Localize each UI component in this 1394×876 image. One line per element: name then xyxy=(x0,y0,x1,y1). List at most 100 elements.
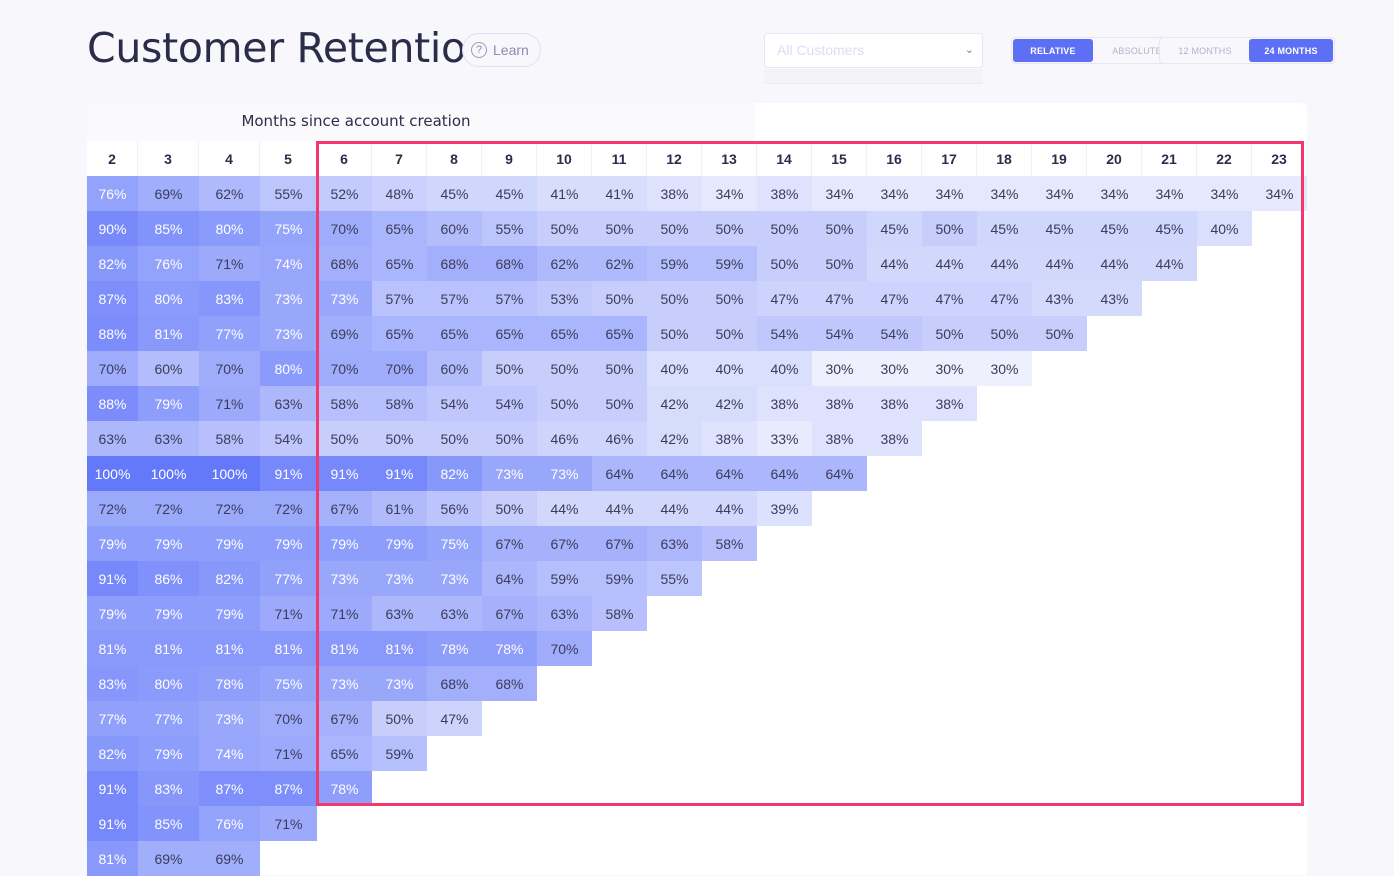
retention-cell[interactable]: 33% xyxy=(757,421,812,456)
retention-cell[interactable]: 34% xyxy=(1197,176,1252,211)
retention-cell[interactable]: 44% xyxy=(922,246,977,281)
retention-cell[interactable]: 54% xyxy=(427,386,482,421)
retention-cell[interactable]: 59% xyxy=(592,561,647,596)
retention-cell[interactable]: 38% xyxy=(757,176,812,211)
retention-cell[interactable]: 79% xyxy=(138,596,199,631)
retention-cell[interactable]: 59% xyxy=(372,736,427,771)
retention-cell[interactable]: 50% xyxy=(977,316,1032,351)
retention-cell[interactable]: 62% xyxy=(592,246,647,281)
retention-cell[interactable]: 74% xyxy=(260,246,317,281)
retention-cell[interactable]: 64% xyxy=(702,456,757,491)
retention-cell[interactable]: 82% xyxy=(199,561,260,596)
retention-cell[interactable]: 67% xyxy=(592,526,647,561)
retention-cell[interactable]: 54% xyxy=(260,421,317,456)
retention-cell[interactable]: 44% xyxy=(647,491,702,526)
retention-cell[interactable]: 67% xyxy=(317,491,372,526)
retention-cell[interactable]: 76% xyxy=(199,806,260,841)
retention-cell[interactable]: 65% xyxy=(372,211,427,246)
retention-cell[interactable]: 44% xyxy=(1142,246,1197,281)
retention-cell[interactable]: 34% xyxy=(977,176,1032,211)
retention-cell[interactable]: 60% xyxy=(427,351,482,386)
retention-cell[interactable]: 79% xyxy=(138,386,199,421)
retention-cell[interactable]: 62% xyxy=(537,246,592,281)
retention-cell[interactable]: 83% xyxy=(199,281,260,316)
retention-cell[interactable]: 76% xyxy=(138,246,199,281)
retention-cell[interactable]: 57% xyxy=(427,281,482,316)
retention-cell[interactable]: 71% xyxy=(260,596,317,631)
retention-cell[interactable]: 79% xyxy=(138,736,199,771)
retention-cell[interactable]: 38% xyxy=(812,421,867,456)
retention-cell[interactable]: 88% xyxy=(87,386,138,421)
retention-cell[interactable]: 42% xyxy=(647,386,702,421)
retention-cell[interactable]: 45% xyxy=(1032,211,1087,246)
retention-cell[interactable]: 78% xyxy=(199,666,260,701)
learn-button[interactable]: ? Learn xyxy=(462,33,541,67)
retention-cell[interactable]: 65% xyxy=(317,736,372,771)
retention-cell[interactable]: 63% xyxy=(537,596,592,631)
customer-segment-dropdown[interactable]: All Customers ⌄ xyxy=(764,33,983,68)
retention-cell[interactable]: 34% xyxy=(922,176,977,211)
retention-cell[interactable]: 59% xyxy=(647,246,702,281)
12-months-toggle-button[interactable]: 12 MONTHS xyxy=(1161,39,1249,62)
retention-cell[interactable]: 79% xyxy=(138,526,199,561)
retention-cell[interactable]: 39% xyxy=(757,491,812,526)
retention-cell[interactable]: 79% xyxy=(372,526,427,561)
retention-cell[interactable]: 50% xyxy=(592,281,647,316)
retention-cell[interactable]: 64% xyxy=(592,456,647,491)
retention-cell[interactable]: 45% xyxy=(427,176,482,211)
retention-cell[interactable]: 63% xyxy=(647,526,702,561)
retention-cell[interactable]: 76% xyxy=(87,176,138,211)
retention-cell[interactable]: 79% xyxy=(260,526,317,561)
retention-cell[interactable]: 61% xyxy=(372,491,427,526)
retention-cell[interactable]: 65% xyxy=(537,316,592,351)
retention-cell[interactable]: 38% xyxy=(922,386,977,421)
retention-cell[interactable]: 60% xyxy=(138,351,199,386)
retention-cell[interactable]: 30% xyxy=(867,351,922,386)
retention-cell[interactable]: 50% xyxy=(537,211,592,246)
retention-cell[interactable]: 100% xyxy=(138,456,199,491)
retention-cell[interactable]: 78% xyxy=(427,631,482,666)
retention-cell[interactable]: 79% xyxy=(317,526,372,561)
retention-cell[interactable]: 62% xyxy=(199,176,260,211)
retention-cell[interactable]: 81% xyxy=(199,631,260,666)
retention-cell[interactable]: 44% xyxy=(1087,246,1142,281)
retention-cell[interactable]: 38% xyxy=(757,386,812,421)
retention-cell[interactable]: 55% xyxy=(260,176,317,211)
retention-cell[interactable]: 50% xyxy=(482,421,537,456)
retention-cell[interactable]: 63% xyxy=(260,386,317,421)
retention-cell[interactable]: 63% xyxy=(427,596,482,631)
retention-cell[interactable]: 79% xyxy=(87,526,138,561)
retention-cell[interactable]: 80% xyxy=(260,351,317,386)
retention-cell[interactable]: 50% xyxy=(702,316,757,351)
retention-cell[interactable]: 65% xyxy=(372,316,427,351)
retention-cell[interactable]: 78% xyxy=(482,631,537,666)
retention-cell[interactable]: 85% xyxy=(138,806,199,841)
retention-cell[interactable]: 67% xyxy=(537,526,592,561)
retention-cell[interactable]: 67% xyxy=(482,526,537,561)
retention-cell[interactable]: 52% xyxy=(317,176,372,211)
retention-cell[interactable]: 45% xyxy=(977,211,1032,246)
retention-cell[interactable]: 75% xyxy=(260,666,317,701)
retention-cell[interactable]: 80% xyxy=(138,281,199,316)
retention-cell[interactable]: 44% xyxy=(977,246,1032,281)
retention-cell[interactable]: 64% xyxy=(812,456,867,491)
retention-cell[interactable]: 34% xyxy=(1087,176,1142,211)
retention-cell[interactable]: 81% xyxy=(87,841,138,876)
retention-cell[interactable]: 65% xyxy=(427,316,482,351)
retention-cell[interactable]: 81% xyxy=(138,631,199,666)
retention-cell[interactable]: 44% xyxy=(1032,246,1087,281)
retention-cell[interactable]: 63% xyxy=(87,421,138,456)
retention-cell[interactable]: 81% xyxy=(372,631,427,666)
retention-cell[interactable]: 47% xyxy=(812,281,867,316)
retention-cell[interactable]: 90% xyxy=(87,211,138,246)
retention-cell[interactable]: 54% xyxy=(812,316,867,351)
retention-cell[interactable]: 70% xyxy=(372,351,427,386)
retention-cell[interactable]: 70% xyxy=(537,631,592,666)
retention-cell[interactable]: 91% xyxy=(87,771,138,806)
retention-cell[interactable]: 73% xyxy=(372,666,427,701)
retention-cell[interactable]: 50% xyxy=(427,421,482,456)
retention-cell[interactable]: 50% xyxy=(372,421,427,456)
retention-cell[interactable]: 34% xyxy=(1142,176,1197,211)
retention-cell[interactable]: 54% xyxy=(867,316,922,351)
retention-cell[interactable]: 48% xyxy=(372,176,427,211)
